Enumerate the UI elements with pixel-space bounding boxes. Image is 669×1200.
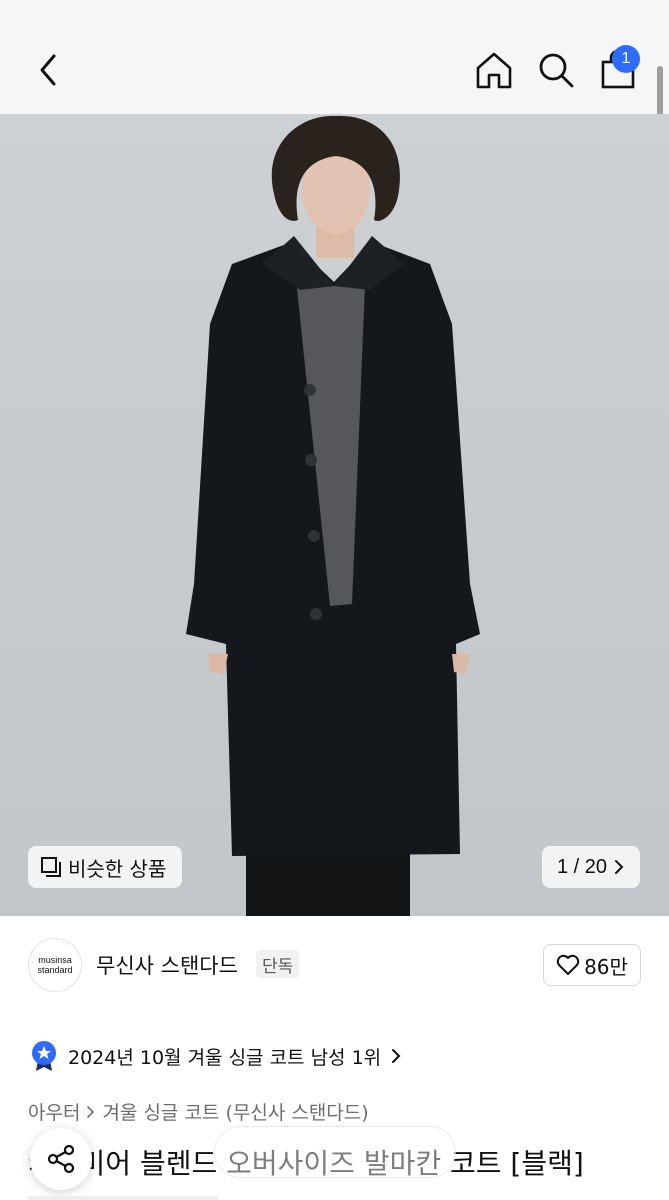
ranking-text: 2024년 10월 겨울 싱글 코트 남성 1위 (68, 1046, 382, 1069)
tag-chip-strip (28, 1196, 218, 1200)
image-counter-text: 1 / 20 (556, 855, 608, 878)
back-button[interactable] (24, 44, 72, 96)
chevron-right-icon (615, 860, 624, 874)
share-button[interactable] (30, 1128, 92, 1190)
cart-count-badge: 1 (612, 45, 640, 73)
similar-products-icon (41, 857, 61, 877)
image-counter-button[interactable]: 1 / 20 (542, 846, 640, 888)
ranking-medal-icon (32, 1041, 56, 1071)
brand-logo-line2: standard (37, 965, 73, 975)
heart-icon (556, 954, 580, 975)
chevron-right-icon (392, 1049, 401, 1063)
search-button[interactable] (532, 44, 580, 96)
like-count: 86만 (584, 954, 628, 979)
breadcrumb-item-outer[interactable]: 아우터 (28, 1098, 80, 1125)
breadcrumb-item-category[interactable]: 겨울 싱글 코트 (무신사 스탠다드) (102, 1098, 368, 1125)
product-image[interactable] (0, 114, 669, 916)
top-navigation-bar: 1 (0, 0, 669, 114)
brand-logo[interactable]: musinsa standard (28, 938, 82, 992)
brand-name-link[interactable]: 무신사 스탠다드 (96, 950, 238, 980)
home-button[interactable] (470, 44, 518, 96)
floating-overlay-pill (214, 1126, 456, 1178)
similar-products-button[interactable]: 비슷한 상품 (28, 846, 182, 888)
search-icon (539, 53, 574, 88)
similar-products-label: 비슷한 상품 (68, 856, 167, 881)
breadcrumb: 아우터 겨울 싱글 코트 (무신사 스탠다드) (28, 1098, 369, 1125)
share-icon (47, 1144, 75, 1174)
like-button[interactable]: 86만 (543, 944, 641, 986)
model-in-coat-illustration (186, 115, 480, 916)
chevron-right-icon (87, 1105, 95, 1118)
chevron-left-icon (40, 54, 56, 86)
brand-logo-line1: musinsa (38, 955, 72, 965)
home-icon (476, 52, 512, 89)
exclusive-badge: 단독 (256, 950, 300, 978)
ranking-link[interactable]: 2024년 10월 겨울 싱글 코트 남성 1위 (30, 1040, 401, 1072)
